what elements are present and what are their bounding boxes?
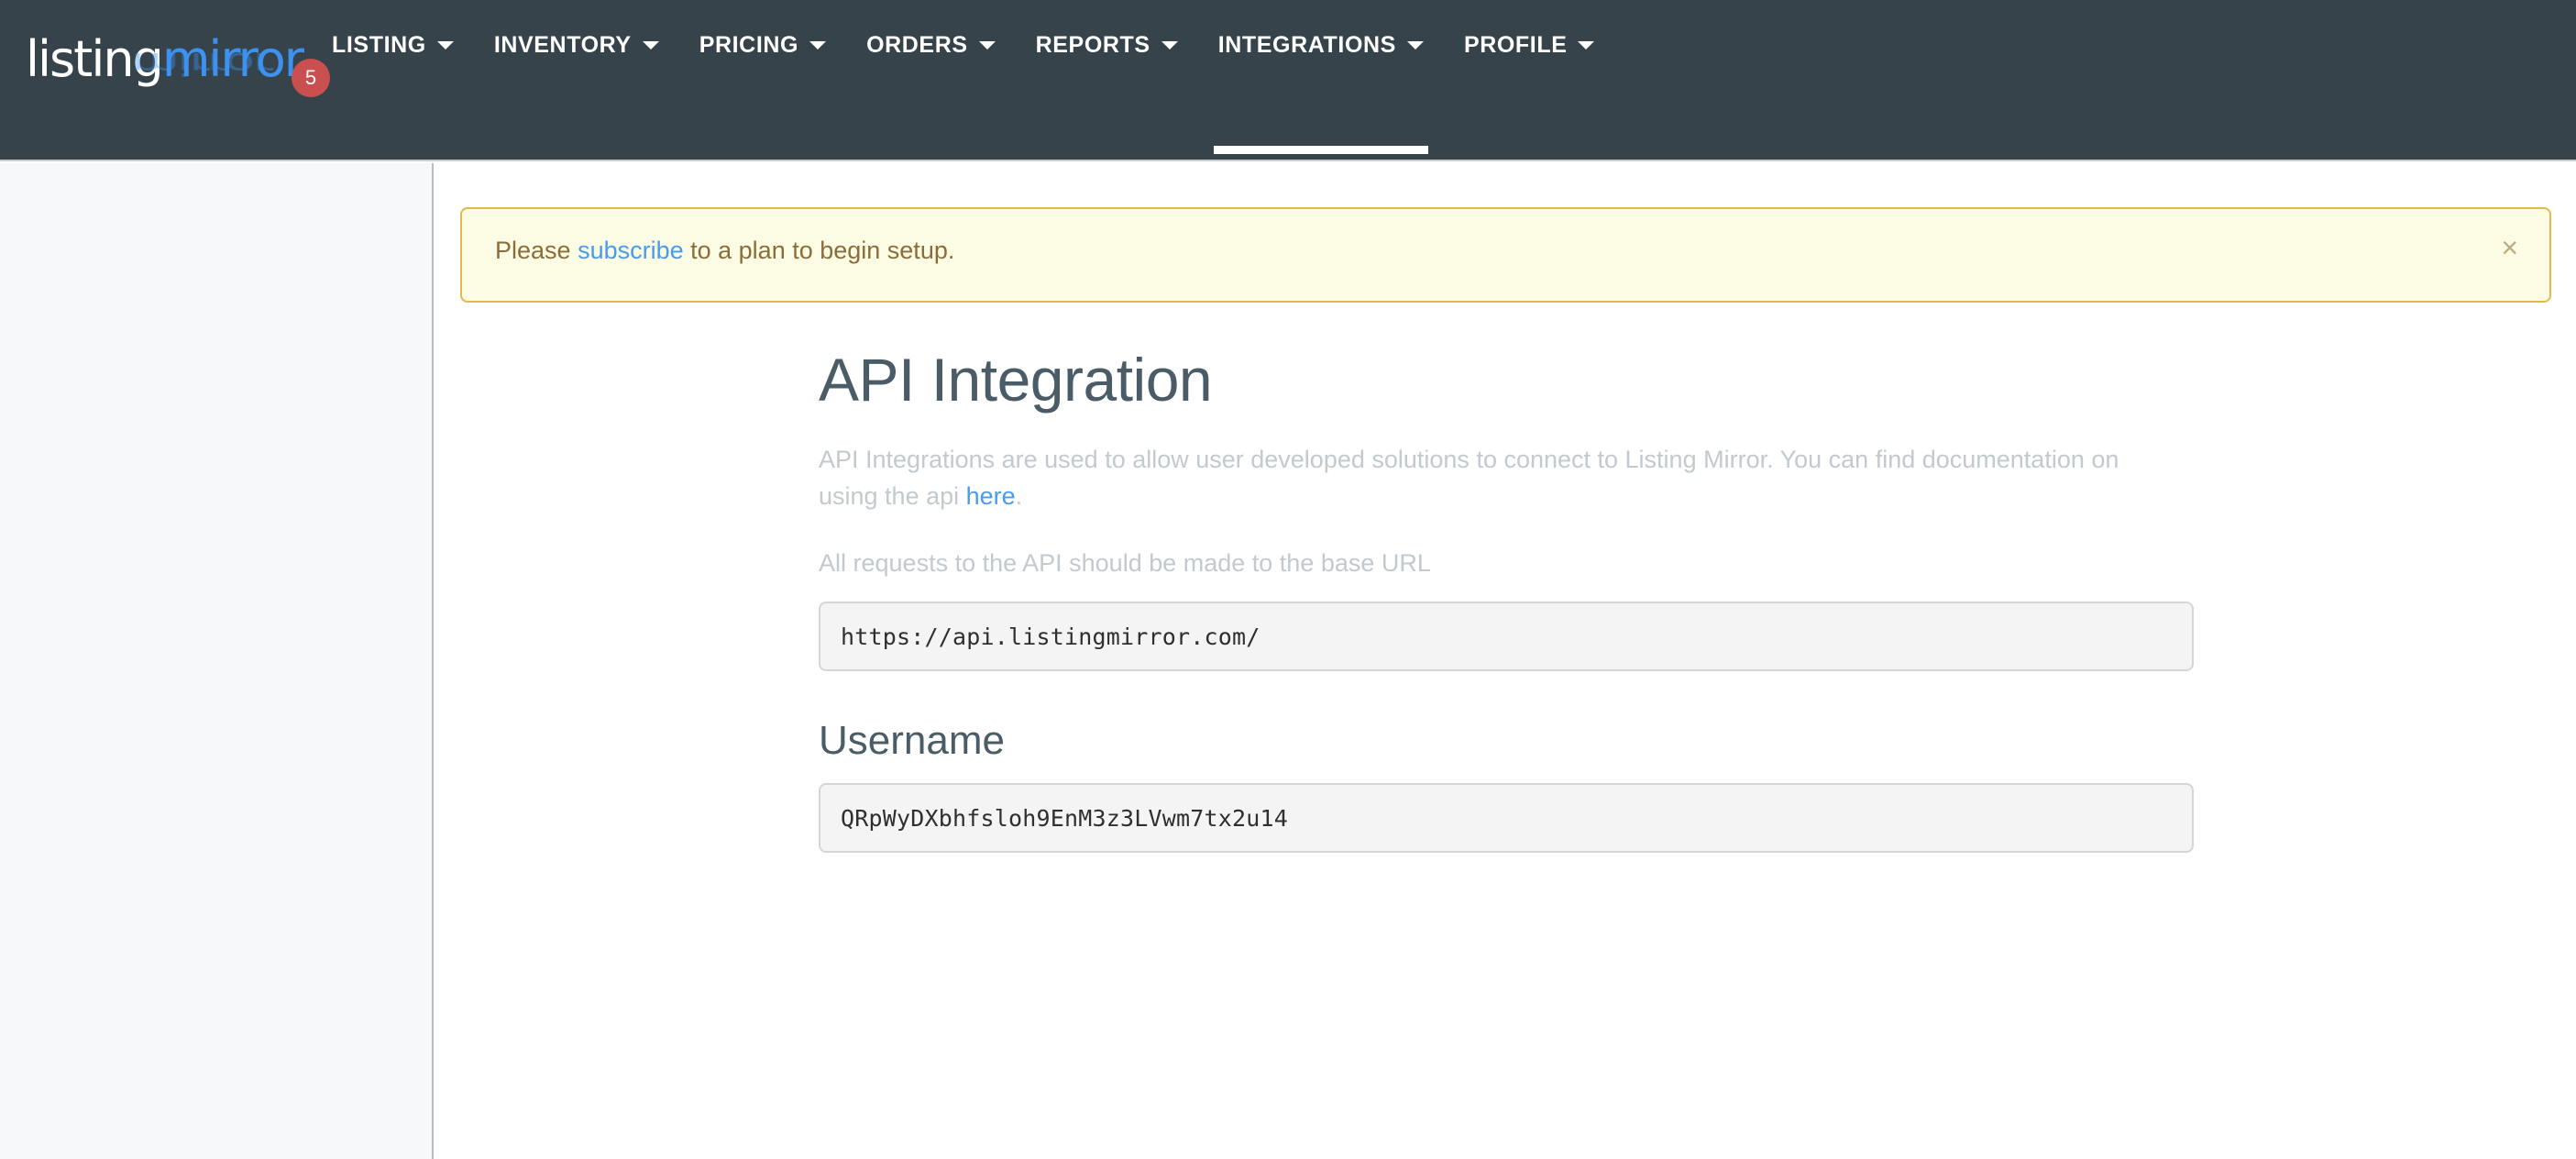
chevron-down-icon — [809, 40, 827, 50]
username-heading: Username — [819, 718, 1005, 764]
nav-item-listing[interactable]: LISTING — [312, 0, 474, 161]
api-description-after: . — [1015, 482, 1023, 511]
nav-link-orders[interactable]: ORDERS — [846, 0, 1016, 90]
base-url-value: https://api.listingmirror.com/ — [841, 623, 1260, 650]
nav-label-reports: REPORTS — [1035, 31, 1150, 58]
nav-label-listing: LISTING — [332, 31, 426, 58]
nav-label-profile: PROFILE — [1463, 31, 1568, 58]
nav-label-orders: ORDERS — [866, 31, 968, 58]
nav-item-inventory[interactable]: INVENTORY — [474, 0, 679, 161]
nav-item-pricing[interactable]: PRICING — [679, 0, 846, 161]
nav-item-profile[interactable]: PROFILE — [1444, 0, 1615, 161]
primary-nav: LISTING INVENTORY PRICING ORDERS REPORTS… — [312, 0, 1614, 161]
nav-link-inventory[interactable]: INVENTORY — [474, 0, 679, 90]
subscribe-alert-text: Please subscribe to a plan to begin setu… — [495, 237, 954, 265]
nav-link-integrations[interactable]: INTEGRATIONS — [1198, 0, 1444, 90]
chevron-down-icon — [978, 40, 996, 50]
page-body: Please subscribe to a plan to begin setu… — [0, 163, 2576, 1159]
chevron-down-icon — [1406, 40, 1424, 50]
base-url-note: All requests to the API should be made t… — [819, 548, 1431, 577]
alert-text-after: to a plan to begin setup. — [683, 237, 955, 264]
subscribe-alert: Please subscribe to a plan to begin setu… — [460, 207, 2551, 303]
left-sidebar — [0, 163, 434, 1159]
subscribe-link[interactable]: subscribe — [578, 237, 684, 264]
username-value: QRpWyDXbhfsloh9EnM3z3LVwm7tx2u14 — [841, 804, 1289, 832]
brand-wordmark-reflection: mirror — [131, 46, 272, 83]
api-description: API Integrations are used to allow user … — [819, 441, 2157, 515]
nav-item-integrations[interactable]: INTEGRATIONS — [1198, 0, 1444, 161]
top-navbar: listingmirror mirror 5 LISTING INVENTORY — [0, 0, 2576, 161]
close-icon[interactable]: × — [2493, 229, 2526, 266]
navbar-inner: listingmirror mirror 5 LISTING INVENTORY — [0, 0, 2576, 160]
page-title: API Integration — [819, 346, 1213, 414]
active-nav-indicator — [1213, 146, 1428, 154]
nav-label-inventory: INVENTORY — [493, 31, 632, 58]
brand-logo-link[interactable]: listingmirror mirror 5 — [26, 28, 330, 128]
nav-link-reports[interactable]: REPORTS — [1016, 0, 1198, 90]
alert-text-before: Please — [495, 237, 578, 264]
api-integration-panel: API Integration API Integrations are use… — [819, 346, 2194, 854]
chevron-down-icon — [1161, 40, 1178, 50]
chevron-down-icon — [642, 40, 659, 50]
api-docs-link[interactable]: here — [966, 482, 1016, 510]
nav-link-pricing[interactable]: PRICING — [679, 0, 846, 90]
base-url-field[interactable]: https://api.listingmirror.com/ — [819, 602, 2194, 672]
username-field[interactable]: QRpWyDXbhfsloh9EnM3z3LVwm7tx2u14 — [819, 783, 2194, 854]
nav-item-orders[interactable]: ORDERS — [846, 0, 1016, 161]
nav-link-listing[interactable]: LISTING — [312, 0, 474, 90]
main-content: Please subscribe to a plan to begin setu… — [434, 163, 2576, 1159]
chevron-down-icon — [436, 40, 454, 50]
nav-item-reports[interactable]: REPORTS — [1016, 0, 1198, 161]
nav-label-integrations: INTEGRATIONS — [1217, 31, 1396, 58]
nav-label-pricing: PRICING — [699, 31, 799, 58]
nav-link-profile[interactable]: PROFILE — [1444, 0, 1615, 90]
chevron-down-icon — [1578, 40, 1595, 50]
